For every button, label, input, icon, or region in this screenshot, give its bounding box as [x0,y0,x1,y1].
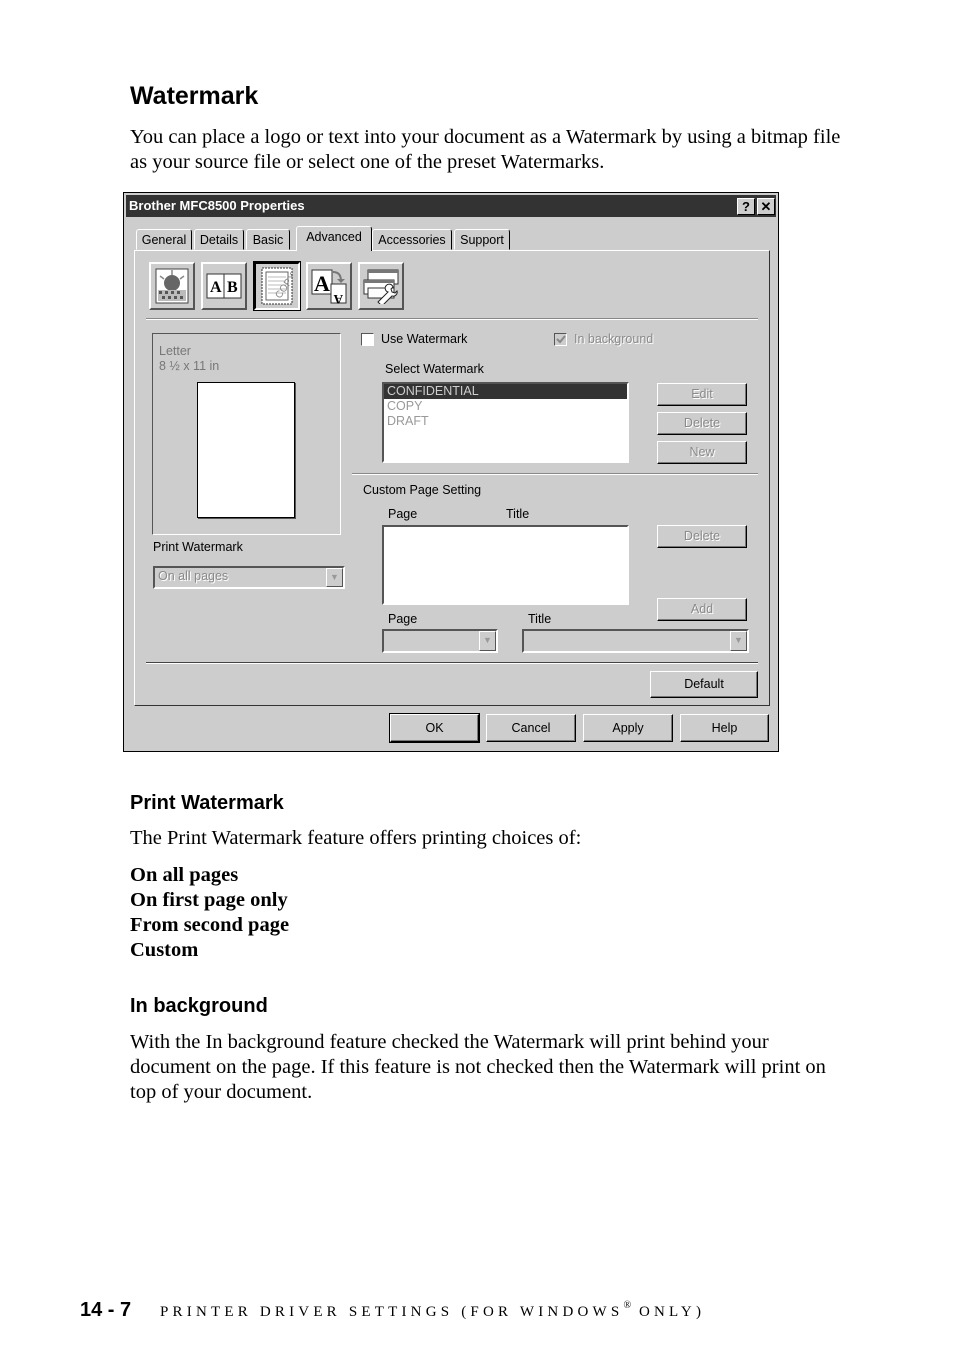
print-choice: On first page only [130,889,288,911]
cancel-button[interactable]: Cancel [486,714,576,742]
section-footer: PRINTER DRIVER SETTINGS (FOR WINDOWS® ON… [160,1300,706,1321]
section-title: PRINTER DRIVER SETTINGS (FOR WINDOWS [160,1304,624,1320]
in-background-paragraph: With the In background feature checked t… [130,1031,826,1103]
ok-button[interactable]: OK [389,713,480,743]
tab-basic[interactable]: Basic [246,229,290,250]
print-watermark-heading: Print Watermark [130,792,284,814]
device-options-icon [363,269,399,304]
use-watermark-checkbox[interactable] [361,333,374,346]
custom-page-list[interactable] [382,525,629,605]
svg-text:A: A [333,292,343,304]
in-background-heading: In background [130,995,268,1017]
chevron-down-icon[interactable]: ▼ [479,631,496,651]
title-label: Title [528,612,552,626]
paper-name: Letter [159,344,191,358]
graphics-quality-button[interactable] [149,262,195,310]
default-button[interactable]: Default [650,671,758,698]
tab-general[interactable]: General [136,229,192,250]
help-icon[interactable]: ? [737,198,755,215]
graphics-quality-icon [155,268,189,304]
dialog-titlebar: Brother MFC8500 Properties ? ✕ [126,195,776,217]
font-substitution-icon: A A [311,269,347,304]
print-watermark-label: Print Watermark [153,540,243,554]
dialog-title: Brother MFC8500 Properties [129,198,305,213]
watermark-list[interactable]: CONFIDENTIAL COPY DRAFT [382,382,629,463]
new-button[interactable]: New [657,441,747,464]
print-watermark-value: On all pages [158,569,229,583]
tab-accessories[interactable]: Accessories [372,229,452,250]
page-select[interactable]: ▼ [382,629,498,653]
watermark-item[interactable]: DRAFT [384,414,627,429]
watermark-item[interactable]: COPY [384,399,627,414]
properties-dialog: Brother MFC8500 Properties ? ✕ General D… [123,192,779,752]
duplex-button[interactable]: A B [201,262,247,310]
use-watermark-label: Use Watermark [381,332,468,346]
svg-text:A: A [314,271,330,296]
tab-details[interactable]: Details [194,229,244,250]
help-button[interactable]: Help [680,714,769,742]
paper-preview [197,382,295,518]
apply-button[interactable]: Apply [583,714,673,742]
custom-column-title: Title [506,507,530,521]
svg-text:A: A [210,279,222,296]
custom-column-page: Page [388,507,418,521]
print-watermark-paragraph: The Print Watermark feature offers print… [130,827,582,849]
print-choices-list: On all pages On first page only From sec… [130,863,289,963]
duplex-icon: A B [206,273,242,299]
print-choice: Custom [130,939,199,961]
print-choice: On all pages [130,864,239,886]
custom-page-setting-label: Custom Page Setting [363,483,482,497]
page-number: 14 - 7 [80,1299,132,1321]
custom-separator [352,473,758,475]
close-icon[interactable]: ✕ [757,198,775,215]
svg-text:B: B [227,279,238,296]
chevron-down-icon[interactable]: ▼ [730,631,747,651]
chevron-down-icon[interactable]: ▼ [326,568,343,587]
tab-support[interactable]: Support [454,229,510,250]
print-watermark-label-text: Print Watermark [153,540,243,554]
select-watermark-label: Select Watermark [385,362,484,376]
in-background-checkbox[interactable] [554,333,567,346]
page-label: Page [388,612,418,626]
registered-mark: ® [623,1300,632,1311]
bottom-separator [146,662,758,664]
checkmark-icon [556,335,566,344]
paper-size: 8 ½ x 11 in [159,359,220,373]
section-suffix: ONLY) [631,1304,706,1320]
add-button[interactable]: Add [657,598,747,621]
watermark-button[interactable]: COPY [253,261,301,311]
in-background-label: In background [574,332,654,346]
tab-advanced[interactable]: Advanced [296,226,372,251]
intro-paragraph: You can place a logo or text into your d… [130,126,841,173]
font-substitution-button[interactable]: A A [306,262,352,310]
print-watermark-select[interactable]: On all pages ▼ [153,566,345,589]
title-select[interactable]: ▼ [522,629,749,653]
edit-button[interactable]: Edit [657,383,747,406]
delete-watermark-button[interactable]: Delete [657,412,747,435]
toolbar-separator [146,318,758,320]
page-heading: Watermark [130,82,259,110]
watermark-item[interactable]: CONFIDENTIAL [384,384,627,399]
custom-delete-button[interactable]: Delete [657,525,747,548]
watermark-icon: COPY [261,267,293,305]
device-options-button[interactable] [358,262,404,310]
print-choice: From second page [130,914,290,936]
